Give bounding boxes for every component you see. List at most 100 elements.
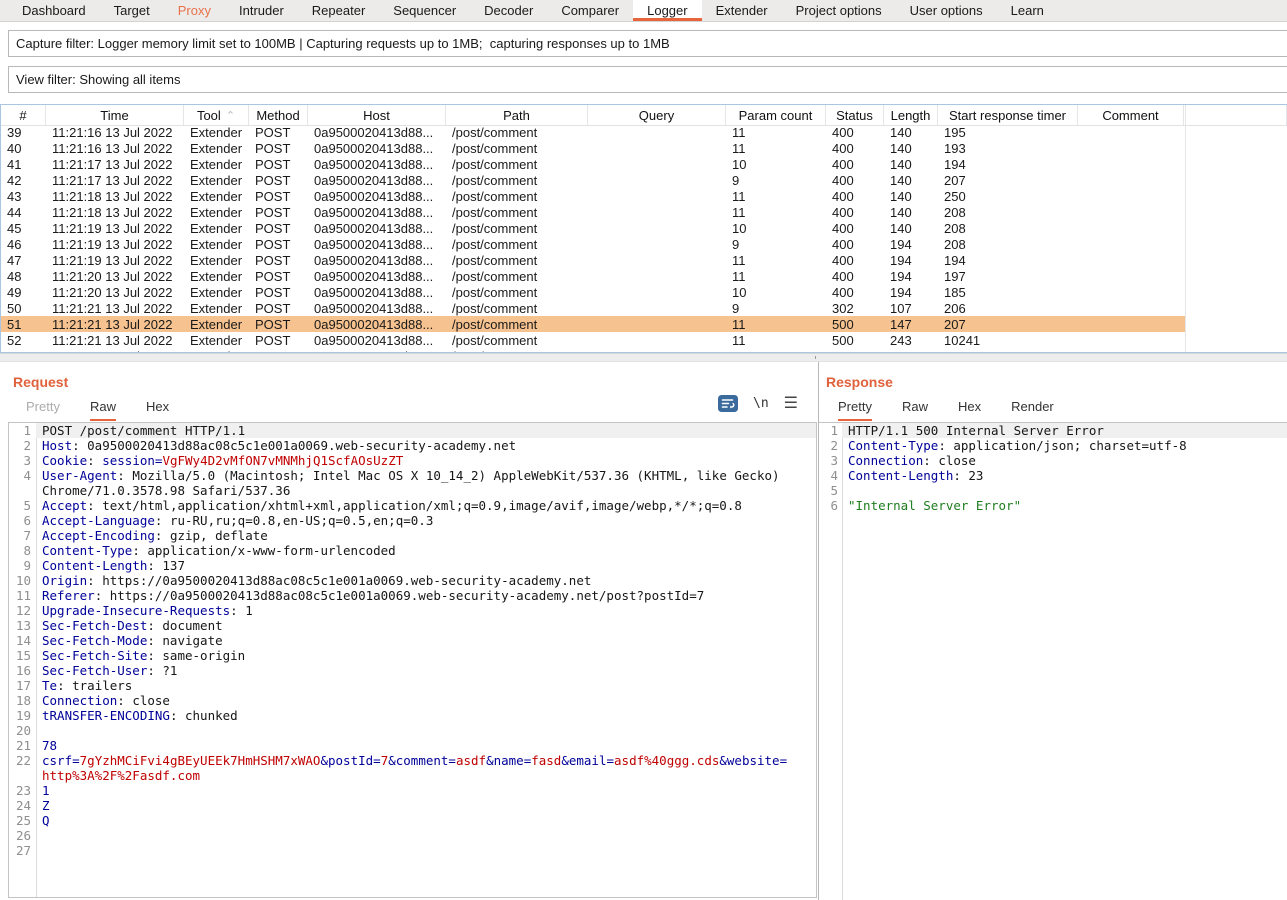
column-header-param-count[interactable]: Param count bbox=[726, 105, 826, 125]
request-line-25: 25Q bbox=[9, 813, 816, 828]
column-header-start-response-timer[interactable]: Start response timer bbox=[938, 105, 1078, 125]
cell-query bbox=[588, 204, 726, 220]
cell-param-count: 9 bbox=[726, 300, 826, 316]
panel-menu-icon[interactable]: ☰ bbox=[784, 396, 798, 412]
log-row-53[interactable]: 5311:21:22 13 Jul 2022ExtenderPOST0a9500… bbox=[1, 348, 1186, 352]
column-header-comment[interactable]: Comment bbox=[1078, 105, 1184, 125]
request-line-text: Connection: close bbox=[36, 693, 816, 708]
response-tab-pretty[interactable]: Pretty bbox=[838, 399, 872, 421]
log-row-41[interactable]: 4111:21:17 13 Jul 2022ExtenderPOST0a9500… bbox=[1, 156, 1186, 172]
cell-num: 42 bbox=[1, 172, 46, 188]
column-header-path[interactable]: Path bbox=[446, 105, 588, 125]
menu-tab-logger[interactable]: Logger bbox=[633, 0, 701, 21]
pretty-print-icon[interactable] bbox=[718, 395, 738, 412]
cell-num: 47 bbox=[1, 252, 46, 268]
cell-host: 0a9500020413d88... bbox=[308, 332, 446, 348]
cell-time: 11:21:17 13 Jul 2022 bbox=[46, 156, 184, 172]
cell-time: 11:21:16 13 Jul 2022 bbox=[46, 124, 184, 140]
cell-length: 140 bbox=[884, 204, 938, 220]
menu-tab-comparer[interactable]: Comparer bbox=[547, 0, 633, 21]
capture-filter-bar[interactable]: Capture filter: Logger memory limit set … bbox=[8, 30, 1287, 57]
cell-length: 140 bbox=[884, 124, 938, 140]
column-header-blank[interactable] bbox=[1184, 105, 1287, 125]
request-line-7: 7Accept-Encoding: gzip, deflate bbox=[9, 528, 816, 543]
log-row-52[interactable]: 5211:21:21 13 Jul 2022ExtenderPOST0a9500… bbox=[1, 332, 1186, 348]
cell-method: POST bbox=[249, 316, 308, 332]
log-row-45[interactable]: 4511:21:19 13 Jul 2022ExtenderPOST0a9500… bbox=[1, 220, 1186, 236]
cell-comment bbox=[1078, 204, 1184, 220]
menu-tab-project-options[interactable]: Project options bbox=[782, 0, 896, 21]
cell-comment bbox=[1078, 220, 1184, 236]
response-tab-raw[interactable]: Raw bbox=[902, 399, 928, 421]
menu-tab-learn[interactable]: Learn bbox=[997, 0, 1058, 21]
menu-tab-intruder[interactable]: Intruder bbox=[225, 0, 298, 21]
menu-tab-dashboard[interactable]: Dashboard bbox=[8, 0, 100, 21]
column-header-host[interactable]: Host bbox=[308, 105, 446, 125]
cell-path: /post/comment bbox=[446, 332, 588, 348]
line-number: 14 bbox=[9, 633, 36, 648]
response-tab-render[interactable]: Render bbox=[1011, 399, 1054, 421]
request-tab-hex[interactable]: Hex bbox=[146, 399, 169, 421]
request-tab-raw[interactable]: Raw bbox=[90, 399, 116, 421]
cell-host: 0a9500020413d88... bbox=[308, 188, 446, 204]
cell-path: /post/comment bbox=[446, 124, 588, 140]
column-header-method[interactable]: Method bbox=[249, 105, 308, 125]
request-line-text: 1 bbox=[36, 783, 816, 798]
column-header-status[interactable]: Status bbox=[826, 105, 884, 125]
log-row-50[interactable]: 5011:21:21 13 Jul 2022ExtenderPOST0a9500… bbox=[1, 300, 1186, 316]
menu-tab-target[interactable]: Target bbox=[100, 0, 164, 21]
line-number: 2 bbox=[9, 438, 36, 453]
cell-method: POST bbox=[249, 220, 308, 236]
request-line-22: 22csrf=7gYzhMCiFvi4gBEyUEEk7HmHSHM7xWAO&… bbox=[9, 753, 816, 768]
cell-query bbox=[588, 172, 726, 188]
cell-query bbox=[588, 220, 726, 236]
cell-time: 11:21:18 13 Jul 2022 bbox=[46, 204, 184, 220]
cell-timer: 10241 bbox=[938, 332, 1078, 348]
cell-timer: 195 bbox=[938, 124, 1078, 140]
cell-status: 400 bbox=[826, 284, 884, 300]
menu-tab-proxy[interactable]: Proxy bbox=[164, 0, 225, 21]
menu-tab-decoder[interactable]: Decoder bbox=[470, 0, 547, 21]
request-line-15: 15Sec-Fetch-Site: same-origin bbox=[9, 648, 816, 663]
menu-tab-extender[interactable]: Extender bbox=[702, 0, 782, 21]
log-row-44[interactable]: 4411:21:18 13 Jul 2022ExtenderPOST0a9500… bbox=[1, 204, 1186, 220]
log-row-48[interactable]: 4811:21:20 13 Jul 2022ExtenderPOST0a9500… bbox=[1, 268, 1186, 284]
log-row-51[interactable]: 5111:21:21 13 Jul 2022ExtenderPOST0a9500… bbox=[1, 316, 1186, 332]
log-row-43[interactable]: 4311:21:18 13 Jul 2022ExtenderPOST0a9500… bbox=[1, 188, 1186, 204]
menu-tab-sequencer[interactable]: Sequencer bbox=[379, 0, 470, 21]
menu-tab-repeater[interactable]: Repeater bbox=[298, 0, 379, 21]
cell-query bbox=[588, 332, 726, 348]
column-header-time[interactable]: Time bbox=[46, 105, 184, 125]
request-line-wrap-23: http%3A%2F%2Fasdf.com bbox=[9, 768, 816, 783]
cell-timer: 206 bbox=[938, 300, 1078, 316]
cell-status: 400 bbox=[826, 156, 884, 172]
log-row-39[interactable]: 3911:21:16 13 Jul 2022ExtenderPOST0a9500… bbox=[1, 124, 1186, 140]
menu-tab-user-options[interactable]: User options bbox=[896, 0, 997, 21]
request-line-17: 17Te: trailers bbox=[9, 678, 816, 693]
log-row-47[interactable]: 4711:21:19 13 Jul 2022ExtenderPOST0a9500… bbox=[1, 252, 1186, 268]
cell-host: 0a9500020413d88... bbox=[308, 156, 446, 172]
cell-time: 11:21:21 13 Jul 2022 bbox=[46, 300, 184, 316]
cell-host: 0a9500020413d88... bbox=[308, 124, 446, 140]
column-header-tool[interactable]: Tool⌃ bbox=[184, 105, 249, 125]
cell-path: /post/comment bbox=[446, 172, 588, 188]
cell-timer: 193 bbox=[938, 140, 1078, 156]
log-row-49[interactable]: 4911:21:20 13 Jul 2022ExtenderPOST0a9500… bbox=[1, 284, 1186, 300]
log-row-40[interactable]: 4011:21:16 13 Jul 2022ExtenderPOST0a9500… bbox=[1, 140, 1186, 156]
response-tab-hex[interactable]: Hex bbox=[958, 399, 981, 421]
request-line-text: Te: trailers bbox=[36, 678, 816, 693]
horizontal-splitter[interactable] bbox=[0, 353, 1287, 362]
request-editor[interactable]: 1POST /post/comment HTTP/1.12Host: 0a950… bbox=[8, 422, 817, 898]
request-line-text: Accept: text/html,application/xhtml+xml,… bbox=[36, 498, 816, 513]
newline-toggle-icon[interactable]: \n bbox=[753, 396, 769, 411]
request-tab-pretty[interactable]: Pretty bbox=[26, 399, 60, 421]
log-row-42[interactable]: 4211:21:17 13 Jul 2022ExtenderPOST0a9500… bbox=[1, 172, 1186, 188]
view-filter-bar[interactable]: View filter: Showing all items bbox=[8, 66, 1287, 93]
log-row-46[interactable]: 4611:21:19 13 Jul 2022ExtenderPOST0a9500… bbox=[1, 236, 1186, 252]
column-header-query[interactable]: Query bbox=[588, 105, 726, 125]
column-header-blank[interactable]: # bbox=[1, 105, 46, 125]
cell-status: 400 bbox=[826, 268, 884, 284]
line-number: 3 bbox=[819, 453, 842, 468]
column-header-length[interactable]: Length bbox=[884, 105, 938, 125]
response-editor[interactable]: 1HTTP/1.1 500 Internal Server Error2Cont… bbox=[819, 422, 1287, 900]
